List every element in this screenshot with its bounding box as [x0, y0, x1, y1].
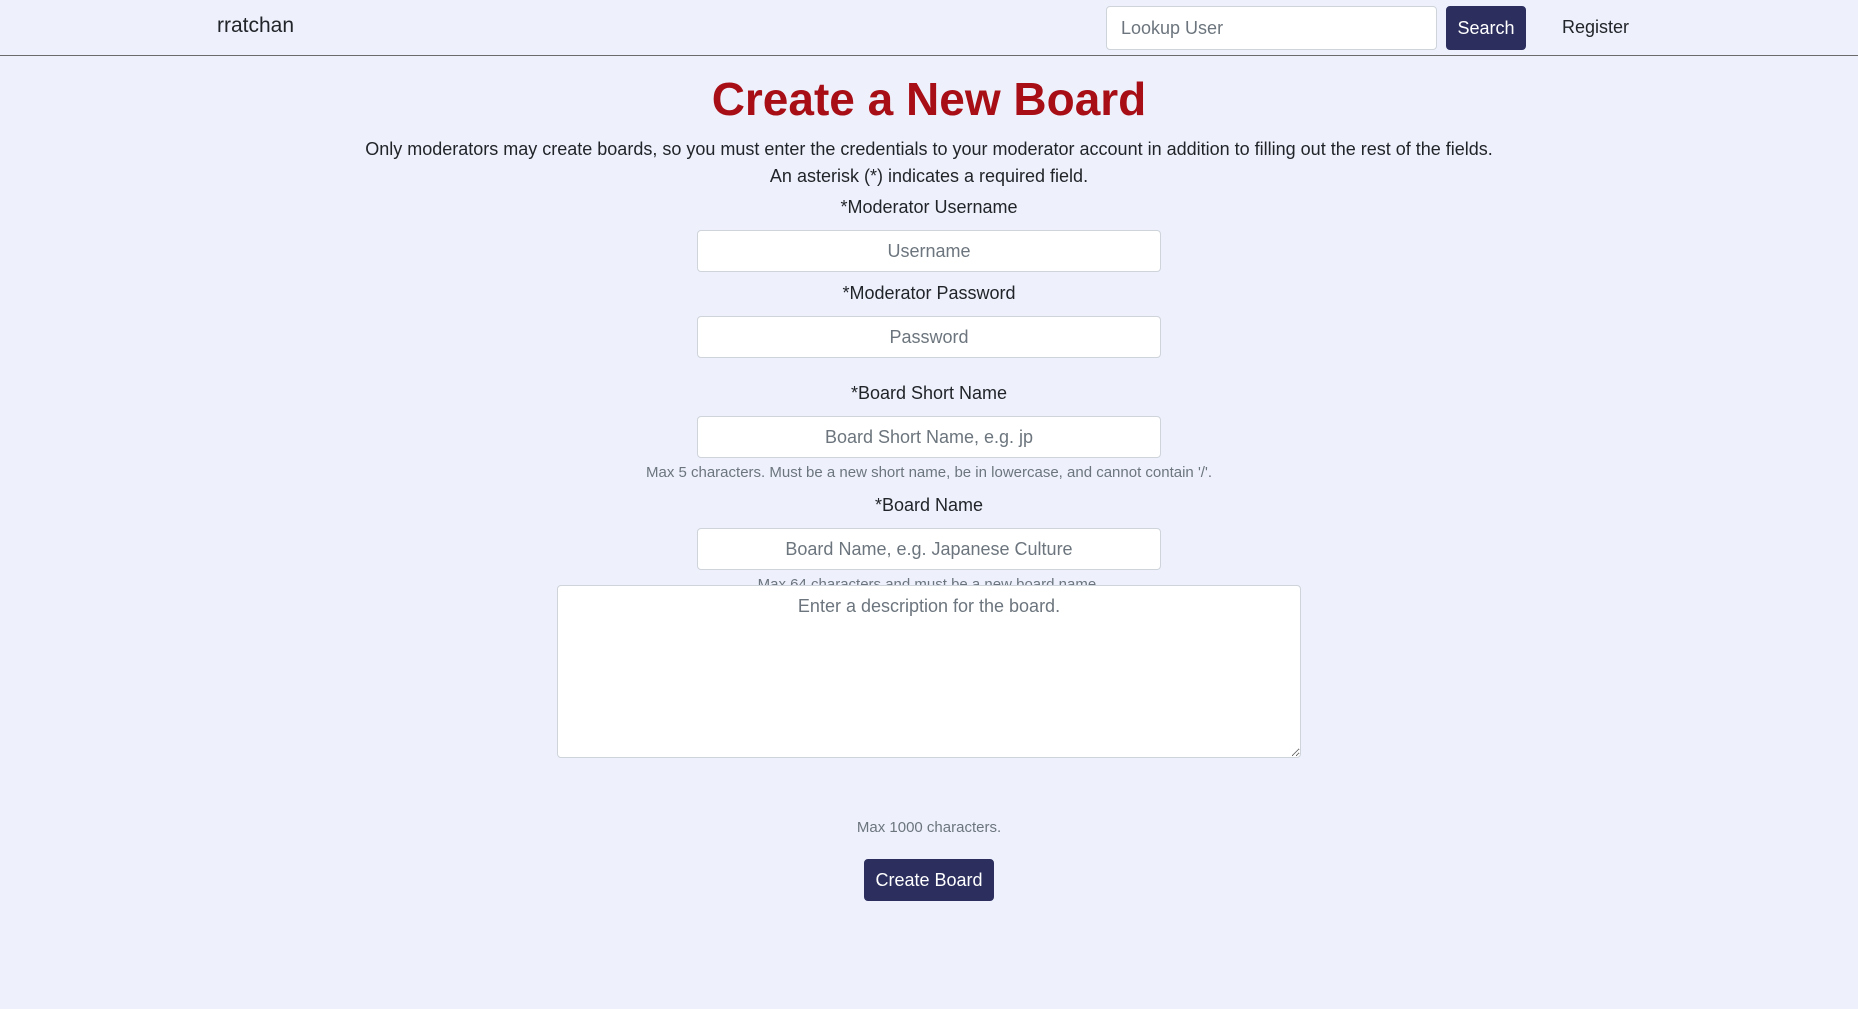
register-link[interactable]: Register: [1562, 17, 1629, 38]
description-help: Max 1000 characters.: [856, 819, 1002, 836]
intro-text: Only moderators may create boards, so yo…: [0, 136, 1858, 190]
mod-username-input[interactable]: [697, 230, 1161, 272]
create-board-button[interactable]: Create Board: [864, 859, 994, 901]
mod-password-label: *Moderator Password: [842, 283, 1016, 303]
board-name-label: *Board Name: [874, 495, 984, 515]
intro-line-2: An asterisk (*) indicates a required fie…: [769, 166, 1089, 186]
short-name-help: Max 5 characters. Must be a new short na…: [645, 464, 1213, 481]
description-textarea[interactable]: [557, 585, 1301, 758]
short-name-input[interactable]: [697, 416, 1161, 458]
intro-line-1: Only moderators may create boards, so yo…: [365, 139, 1493, 159]
brand-logo-link[interactable]: rratchan: [217, 14, 294, 38]
mod-password-input[interactable]: [697, 316, 1161, 358]
mod-username-label: *Moderator Username: [840, 197, 1018, 217]
short-name-label: *Board Short Name: [850, 383, 1008, 403]
lookup-user-input[interactable]: [1106, 6, 1437, 50]
top-navbar: rratchan Search Register: [0, 0, 1858, 56]
board-name-input[interactable]: [697, 528, 1161, 570]
page-title: Create a New Board: [711, 73, 1147, 125]
search-button[interactable]: Search: [1446, 6, 1526, 50]
